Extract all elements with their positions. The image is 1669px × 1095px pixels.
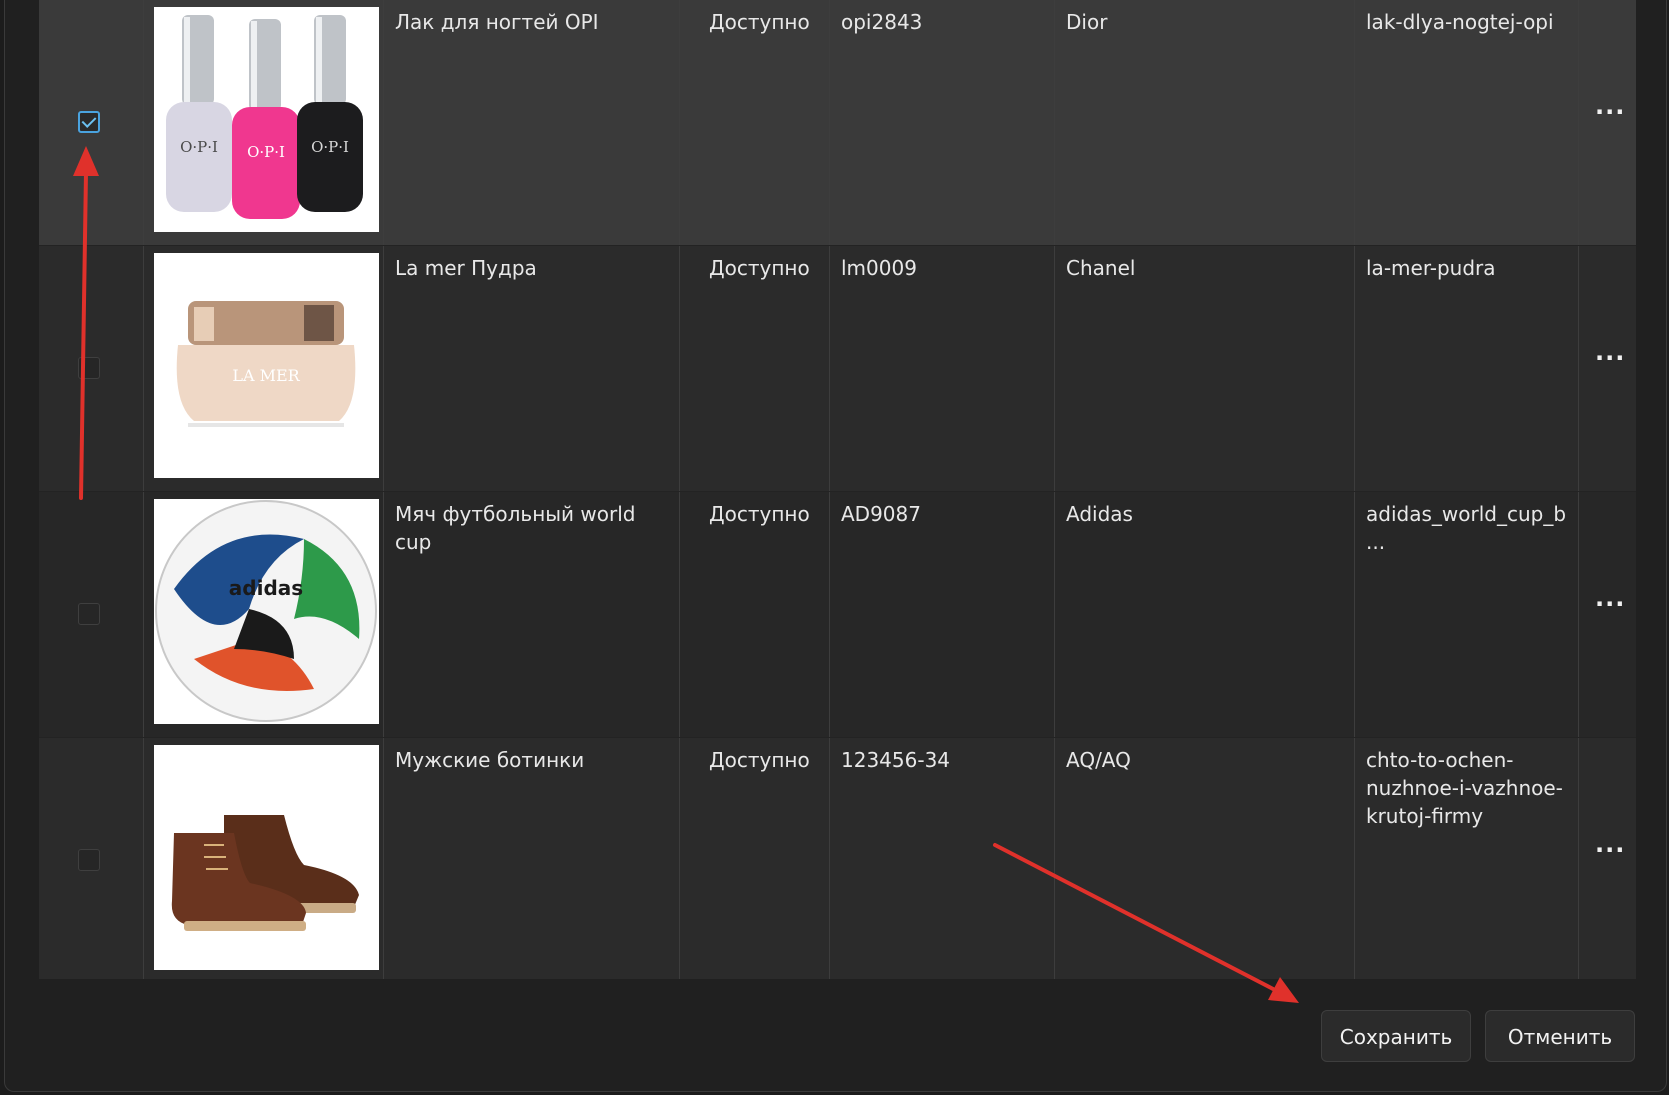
product-name: Мяч футбольный world cup [395,502,636,554]
opi-logo-text: O·P·I [311,138,349,156]
product-status: Доступно [709,256,810,280]
product-slug: la-mer-pudra [1366,256,1496,280]
brand-cell: Chanel [1055,246,1355,491]
status-cell: Доступно [680,738,830,979]
more-options-icon[interactable]: ··· [1595,98,1625,126]
checkbox-cell [39,492,144,737]
product-slug: chto-to-ochen-nuzhnoe-i-vazhnoe-krutoj-f… [1366,748,1563,828]
product-sku: 123456-34 [841,748,951,772]
table-row[interactable]: adidas Мяч футбольный world cup Доступно… [39,492,1636,738]
adidas-logo-text: adidas [229,576,303,600]
opi-logo-text: O·P·I [180,138,218,156]
soccer-ball-image: adidas [154,499,379,724]
menu-cell: ··· [1579,0,1636,245]
brand-cell: Adidas [1055,492,1355,737]
menu-cell: ··· [1579,246,1636,491]
checkbox-cell [39,246,144,491]
product-slug: adidas_world_cup_b... [1366,502,1567,554]
slug-cell: adidas_world_cup_b... [1355,492,1579,737]
image-cell: LA MER [144,246,384,491]
name-cell: La mer Пудра [384,246,680,491]
name-cell: Лак для ногтей OPI [384,0,680,245]
status-cell: Доступно [680,246,830,491]
row-checkbox[interactable] [78,111,100,133]
product-brand: Adidas [1066,502,1133,526]
row-checkbox[interactable] [78,357,100,379]
opi-logo-text: O·P·I [247,143,285,161]
product-dialog: O·P·I O·P·I O·P·I Лак для ногтей OPI Дос… [4,0,1667,1092]
product-name: Лак для ногтей OPI [395,10,599,34]
product-sku: AD9087 [841,502,921,526]
more-options-icon[interactable]: ··· [1595,836,1625,864]
checkbox-cell [39,738,144,979]
table-row[interactable]: Мужские ботинки Доступно 123456-34 AQ/AQ… [39,738,1636,979]
product-sku: lm0009 [841,256,917,280]
product-name: La mer Пудра [395,256,537,280]
product-status: Доступно [709,10,810,34]
sku-cell: AD9087 [830,492,1055,737]
nail-polish-bottles-image: O·P·I O·P·I O·P·I [154,7,379,232]
menu-cell: ··· [1579,492,1636,737]
image-cell: adidas [144,492,384,737]
cancel-button[interactable]: Отменить [1485,1010,1635,1062]
slug-cell: chto-to-ochen-nuzhnoe-i-vazhnoe-krutoj-f… [1355,738,1579,979]
product-status: Доступно [709,748,810,772]
sku-cell: lm0009 [830,246,1055,491]
product-name: Мужские ботинки [395,748,585,772]
menu-cell: ··· [1579,738,1636,979]
lamer-logo-text: LA MER [232,366,300,385]
product-table: O·P·I O·P·I O·P·I Лак для ногтей OPI Дос… [39,0,1636,979]
slug-cell: la-mer-pudra [1355,246,1579,491]
product-status: Доступно [709,502,810,526]
more-options-icon[interactable]: ··· [1595,344,1625,372]
table-row[interactable]: LA MER La mer Пудра Доступно lm0009 Chan… [39,246,1636,492]
product-brand: Chanel [1066,256,1136,280]
checkbox-cell [39,0,144,245]
name-cell: Мяч футбольный world cup [384,492,680,737]
brand-cell: AQ/AQ [1055,738,1355,979]
row-checkbox[interactable] [78,849,100,871]
save-button[interactable]: Сохранить [1321,1010,1471,1062]
face-powder-jar-image: LA MER [154,253,379,478]
name-cell: Мужские ботинки [384,738,680,979]
image-cell: O·P·I O·P·I O·P·I [144,0,384,245]
product-brand: Dior [1066,10,1108,34]
table-row[interactable]: O·P·I O·P·I O·P·I Лак для ногтей OPI Дос… [39,0,1636,246]
image-cell [144,738,384,979]
mens-boots-image [154,745,379,970]
product-brand: AQ/AQ [1066,748,1131,772]
more-options-icon[interactable]: ··· [1595,590,1625,618]
product-slug: lak-dlya-nogtej-opi [1366,10,1554,34]
sku-cell: 123456-34 [830,738,1055,979]
status-cell: Доступно [680,0,830,245]
brand-cell: Dior [1055,0,1355,245]
status-cell: Доступно [680,492,830,737]
screen: O·P·I O·P·I O·P·I Лак для ногтей OPI Дос… [0,0,1669,1095]
sku-cell: opi2843 [830,0,1055,245]
slug-cell: lak-dlya-nogtej-opi [1355,0,1579,245]
row-checkbox[interactable] [78,603,100,625]
product-sku: opi2843 [841,10,923,34]
